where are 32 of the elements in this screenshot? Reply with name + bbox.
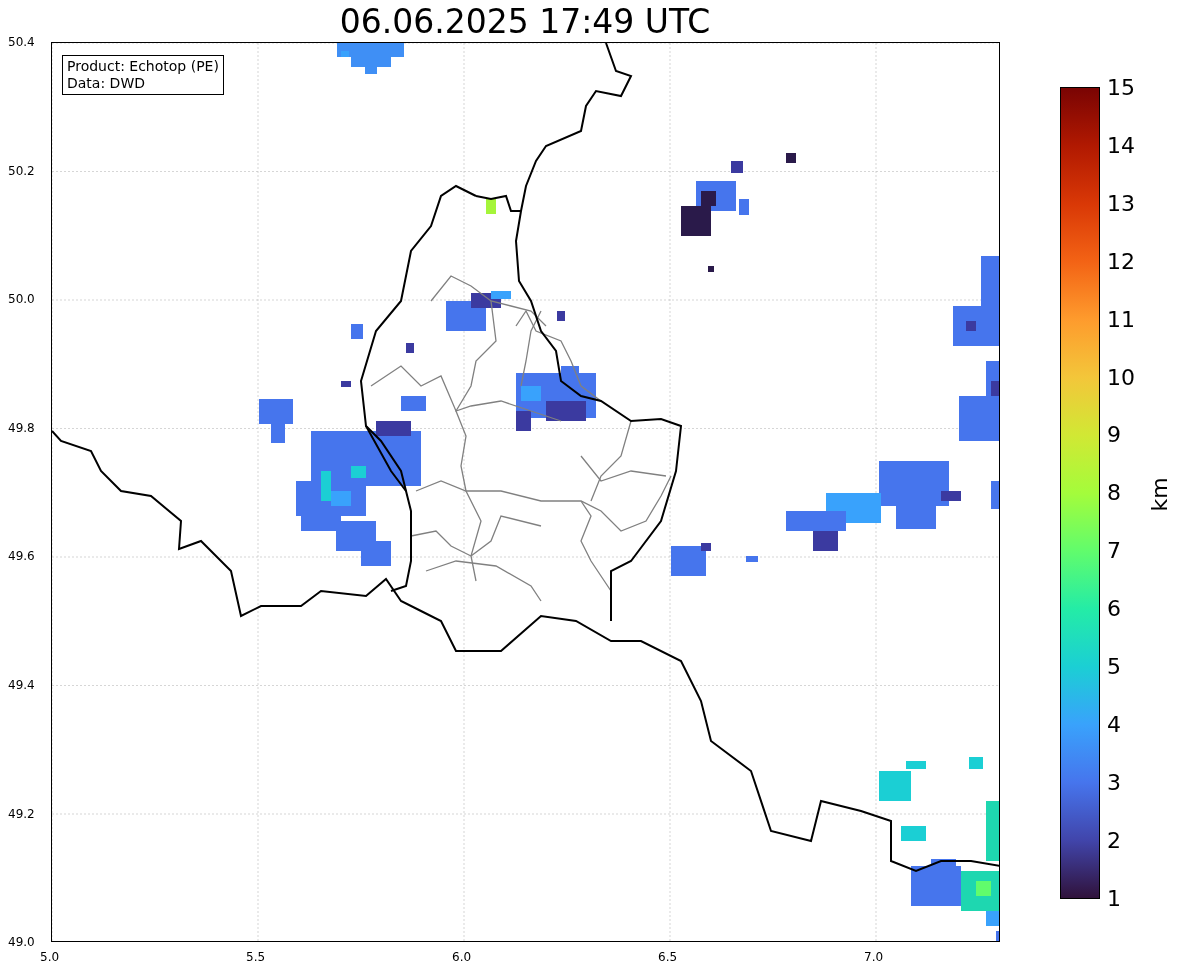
colorbar-tick-label: 2 — [1107, 829, 1121, 852]
colorbar-tick-label: 4 — [1107, 713, 1121, 736]
colorbar-tick-label: 14 — [1107, 134, 1135, 157]
x-tick-label: 6.5 — [658, 950, 678, 964]
colorbar-tick-label: 15 — [1107, 77, 1135, 99]
y-tick-label: 50.4 — [8, 35, 35, 49]
x-tick-label: 5.0 — [40, 950, 60, 964]
colorbar-label: km — [1146, 477, 1172, 512]
x-tick-label: 7.0 — [864, 950, 884, 964]
chart-title: 06.06.2025 17:49 UTC — [338, 2, 712, 41]
y-tick-label: 49.4 — [8, 678, 35, 692]
y-tick-label: 50.2 — [8, 163, 35, 178]
x-tick-label: 5.5 — [246, 950, 266, 964]
info-text: Data: DWD — [67, 75, 146, 92]
y-tick-label: 49.8 — [8, 420, 35, 435]
colorbar-tick-label: 7 — [1107, 540, 1121, 563]
colorbar-tick-label: 11 — [1107, 308, 1135, 331]
info-text: Product: Echotop (PE) — [67, 58, 219, 75]
colorbar-tick-label: 5 — [1107, 656, 1121, 678]
colorbar-tick-label: 3 — [1107, 771, 1121, 794]
colorbar-tick-label: 9 — [1107, 424, 1121, 447]
y-tick-label: 49.0 — [8, 935, 35, 950]
colorbar-tick-label: 12 — [1107, 250, 1135, 273]
colorbar-tick-label: 6 — [1107, 598, 1121, 621]
y-tick-label: 50.0 — [8, 292, 35, 307]
colorbar-tick-label: 13 — [1107, 192, 1135, 215]
x-tick-label: 6.0 — [452, 950, 472, 964]
colorbar-tick-label: 8 — [1107, 482, 1121, 505]
y-tick-label: 49.6 — [8, 549, 35, 564]
colorbar-tick-label: 10 — [1107, 366, 1135, 389]
colorbar-tick-label: 1 — [1107, 887, 1121, 910]
y-tick-label: 49.2 — [8, 806, 35, 821]
